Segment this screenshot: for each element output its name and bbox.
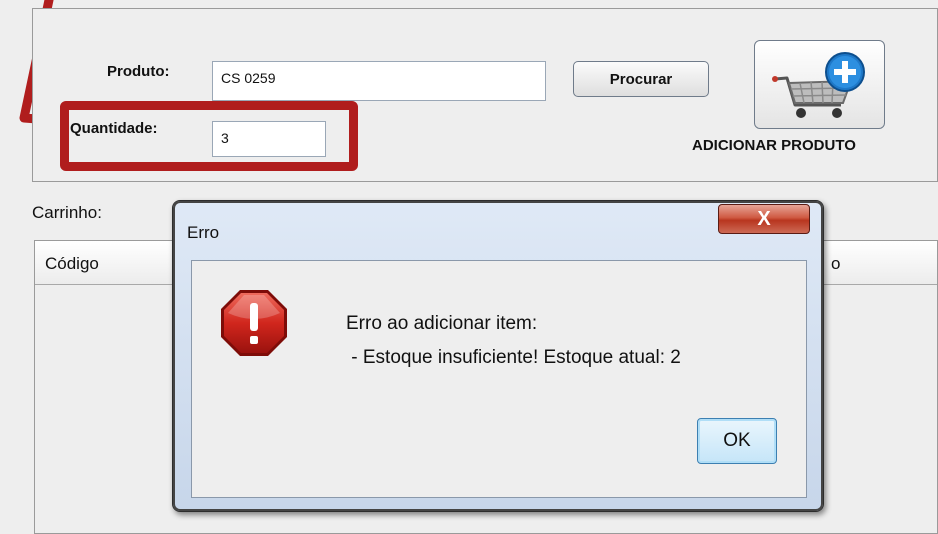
error-message-line1: Erro ao adicionar item: bbox=[346, 313, 538, 334]
cart-plus-icon bbox=[772, 52, 865, 118]
ok-button[interactable]: OK bbox=[697, 418, 777, 464]
add-product-label: ADICIONAR PRODUTO bbox=[692, 137, 856, 154]
cart-label: Carrinho: bbox=[32, 203, 102, 222]
close-button[interactable]: X bbox=[718, 204, 810, 234]
close-icon: X bbox=[757, 207, 771, 230]
product-input[interactable]: CS 0259 bbox=[212, 61, 546, 101]
annotation-highlight-box bbox=[60, 101, 358, 171]
error-stop-icon bbox=[221, 290, 287, 356]
search-button[interactable]: Procurar bbox=[573, 61, 709, 97]
product-label: Produto: bbox=[107, 63, 170, 80]
dialog-title: Erro bbox=[187, 223, 220, 242]
dialog-body: Erro ao adicionar item: - Estoque insufi… bbox=[191, 260, 807, 498]
column-header-codigo[interactable]: Código bbox=[45, 254, 99, 274]
error-message-line2: - Estoque insuficiente! Estoque atual: 2 bbox=[346, 347, 681, 368]
add-product-button[interactable] bbox=[754, 40, 885, 129]
column-header-partial[interactable]: o bbox=[831, 254, 840, 274]
error-dialog: Erro X Erro ao adicionar item: - Estoque… bbox=[172, 200, 824, 512]
